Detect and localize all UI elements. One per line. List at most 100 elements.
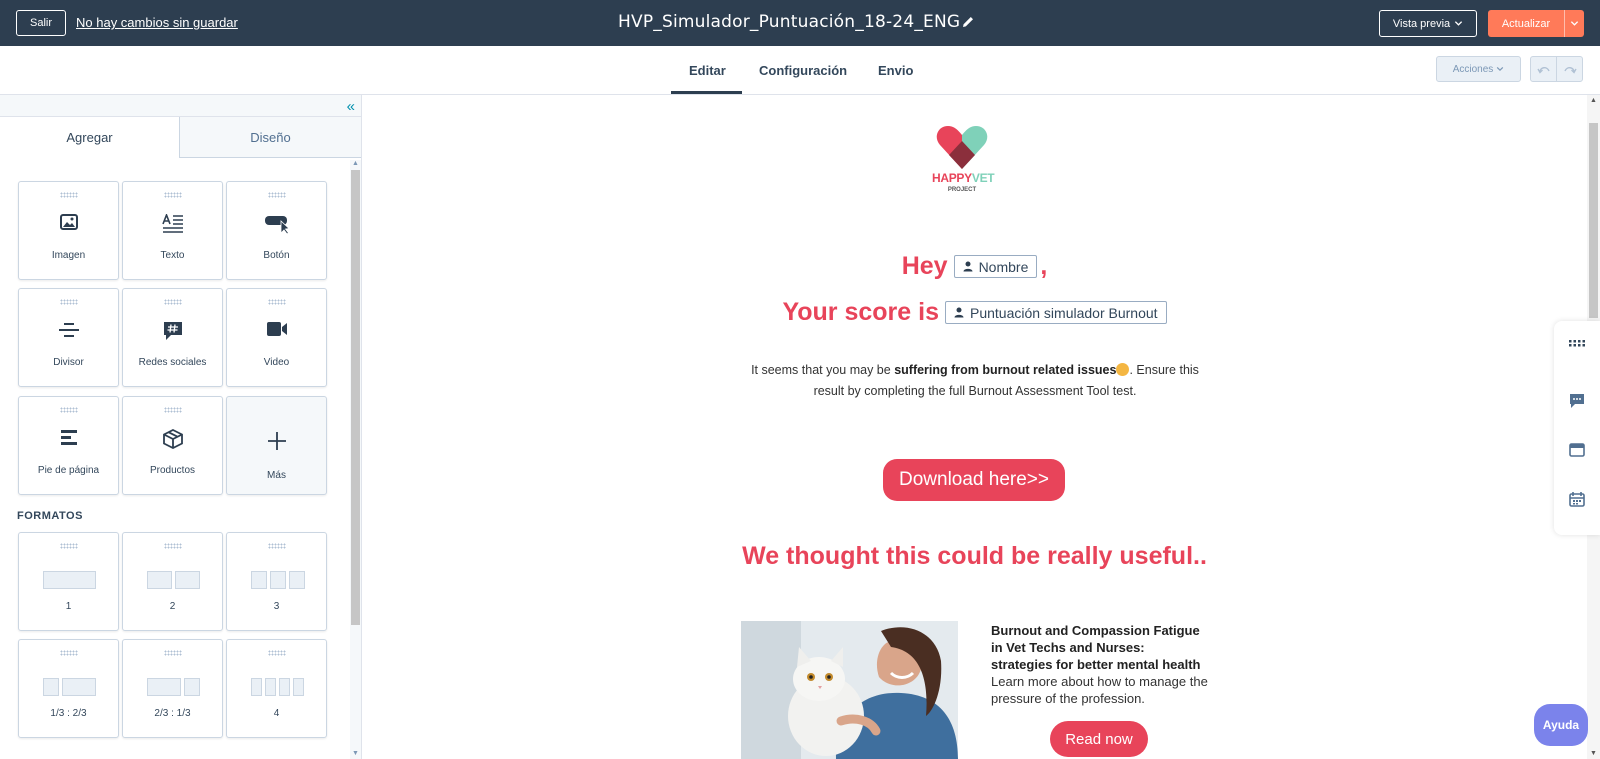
products-icon	[162, 429, 183, 449]
drag-handle-icon[interactable]	[60, 650, 78, 656]
column-block	[147, 678, 181, 696]
top-bar: Salir No hay cambios sin guardar HVP_Sim…	[0, 0, 1600, 46]
actions-button[interactable]: Acciones	[1436, 56, 1521, 82]
drag-handle-icon[interactable]	[268, 299, 286, 305]
redo-button[interactable]	[1556, 56, 1583, 82]
tab-diseno[interactable]: Diseño	[180, 117, 361, 158]
result-paragraph[interactable]: It seems that you may be suffering from …	[735, 360, 1215, 402]
tab-agregar[interactable]: Agregar	[0, 117, 180, 158]
module-divider[interactable]: Divisor	[18, 288, 119, 387]
column-block	[43, 678, 59, 696]
column-block	[279, 678, 290, 696]
format-4-columns[interactable]: 4	[226, 639, 327, 738]
pencil-icon[interactable]	[960, 14, 976, 30]
format-label: 3	[273, 601, 280, 612]
calendar-icon[interactable]	[1569, 491, 1585, 507]
drag-handle-icon[interactable]	[164, 299, 182, 305]
comment-icon[interactable]	[1569, 393, 1585, 409]
module-button[interactable]: Botón	[226, 181, 327, 280]
email-canvas[interactable]: HAPPYVET PROJECT Hey Nombre , Your score…	[362, 95, 1587, 759]
contact-icon	[963, 261, 973, 272]
happyvet-logo[interactable]: HAPPYVET PROJECT	[932, 123, 995, 197]
download-button[interactable]: Download here>>	[883, 459, 1065, 501]
drag-handle-icon[interactable]	[60, 543, 78, 549]
drag-handle-icon[interactable]	[268, 543, 286, 549]
contact-name-token[interactable]: Nombre	[953, 255, 1038, 278]
scroll-up-icon[interactable]: ▲	[1590, 97, 1597, 104]
undo-icon	[1536, 67, 1550, 74]
footer-icon	[60, 430, 77, 445]
collapse-sidebar-icon[interactable]: «	[347, 98, 355, 115]
score-token[interactable]: Puntuación simulador Burnout	[944, 301, 1167, 324]
scrollbar-thumb[interactable]	[1589, 123, 1598, 318]
format-1-column[interactable]: 1	[18, 532, 119, 631]
module-footer[interactable]: Pie de página	[18, 396, 119, 495]
module-social[interactable]: Redes sociales	[122, 288, 223, 387]
window-icon[interactable]	[1569, 442, 1585, 458]
drag-handle-icon[interactable]	[164, 650, 182, 656]
module-products[interactable]: Productos	[122, 396, 223, 495]
update-button[interactable]: Actualizar	[1488, 10, 1584, 37]
format-1-3-2-3[interactable]: 1/3 : 2/3	[18, 639, 119, 738]
module-label: Productos	[149, 465, 196, 476]
document-title[interactable]: HVP_Simulador_Puntuación_18-24_ENG	[618, 12, 960, 32]
module-label: Divisor	[53, 357, 84, 368]
module-video[interactable]: Video	[226, 288, 327, 387]
format-3-columns[interactable]: 3	[226, 532, 327, 631]
active-tab-indicator	[671, 91, 742, 94]
drag-handle-icon[interactable]	[164, 192, 182, 198]
read-now-button[interactable]: Read now	[1050, 721, 1148, 757]
drag-handle-icon[interactable]	[60, 407, 78, 413]
tab-configuracion[interactable]: Configuración	[759, 63, 847, 78]
module-image[interactable]: Imagen	[18, 181, 119, 280]
column-block	[184, 678, 200, 696]
drag-handle-icon[interactable]	[60, 299, 78, 305]
greeting-comma: ,	[1040, 252, 1048, 280]
greeting-text: Hey	[901, 252, 948, 280]
scrollbar-thumb[interactable]	[351, 170, 360, 625]
unsaved-changes-link[interactable]: No hay cambios sin guardar	[76, 15, 238, 30]
useful-heading[interactable]: We thought this could be really useful..	[362, 542, 1587, 571]
format-2-columns[interactable]: 2	[122, 532, 223, 631]
column-block	[251, 678, 262, 696]
column-block	[62, 678, 96, 696]
scroll-up-icon[interactable]: ▲	[352, 160, 359, 167]
help-button[interactable]: Ayuda	[1534, 704, 1588, 746]
sidebar-collapse-row: «	[0, 95, 361, 117]
tab-editar[interactable]: Editar	[689, 63, 726, 78]
video-icon	[266, 322, 287, 336]
article-title[interactable]: Burnout and Compassion Fatigue in Vet Te…	[991, 622, 1206, 673]
format-2-3-1-3[interactable]: 2/3 : 1/3	[122, 639, 223, 738]
module-text[interactable]: Texto	[122, 181, 223, 280]
column-block	[265, 678, 276, 696]
preview-button[interactable]: Vista previa	[1379, 10, 1477, 37]
article-image[interactable]	[741, 621, 958, 759]
update-dropdown-toggle[interactable]	[1565, 19, 1584, 28]
preview-label: Vista previa	[1392, 17, 1451, 30]
sidebar: « Agregar Diseño Imagen Texto Botón Divi…	[0, 95, 362, 759]
drag-handle-icon[interactable]	[164, 407, 182, 413]
greeting-line: Hey Nombre ,	[362, 252, 1587, 281]
module-more[interactable]: Más	[226, 396, 327, 495]
para-text: It seems that you may be	[751, 363, 895, 377]
drag-handle-icon[interactable]	[164, 543, 182, 549]
drag-handle-icon[interactable]	[60, 192, 78, 198]
plus-icon	[267, 432, 286, 450]
chevron-down-icon	[1570, 21, 1579, 26]
article-description[interactable]: Learn more about how to manage the press…	[991, 673, 1211, 707]
exit-button[interactable]: Salir	[16, 10, 66, 36]
undo-button[interactable]	[1530, 56, 1557, 82]
scroll-down-icon[interactable]: ▼	[1590, 750, 1597, 757]
actions-label: Acciones	[1452, 63, 1494, 75]
format-label: 2	[169, 601, 176, 612]
column-block	[251, 571, 267, 589]
scroll-down-icon[interactable]: ▼	[352, 750, 359, 757]
grid-dots-icon[interactable]	[1569, 335, 1585, 351]
drag-handle-icon[interactable]	[268, 192, 286, 198]
divider-icon	[58, 323, 79, 337]
sidebar-scrollbar[interactable]: ▲ ▼	[350, 160, 361, 759]
module-label: Texto	[160, 250, 185, 261]
drag-handle-icon[interactable]	[268, 650, 286, 656]
tab-envio[interactable]: Envio	[878, 63, 913, 78]
column-block	[175, 571, 200, 589]
